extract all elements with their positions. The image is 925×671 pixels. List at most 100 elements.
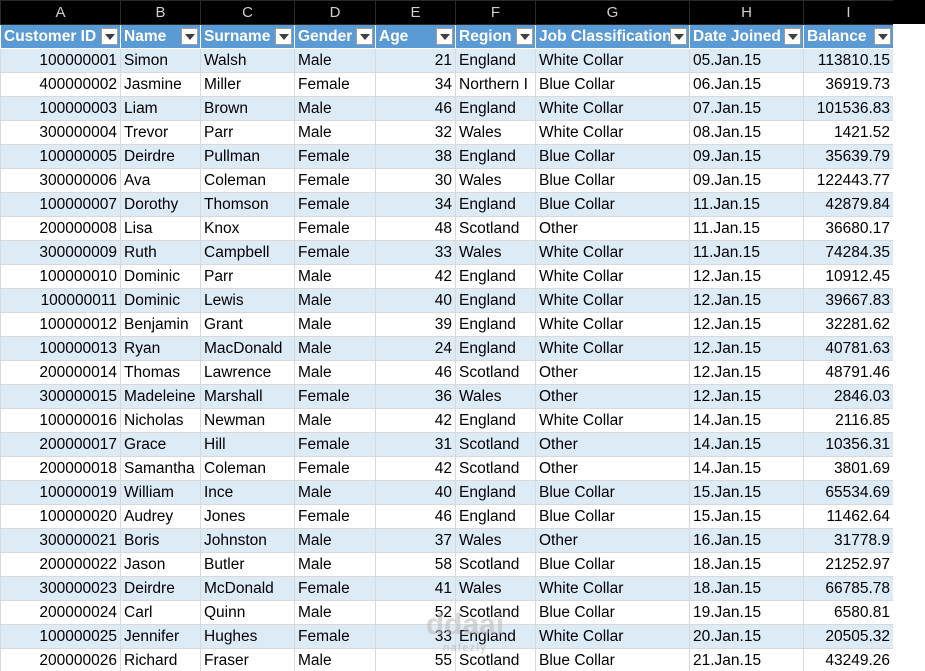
table-cell[interactable]: Trevor (120, 120, 201, 145)
filter-dropdown-icon[interactable] (436, 28, 453, 45)
table-cell[interactable]: Male (294, 312, 376, 337)
table-cell[interactable]: 300000004 (0, 120, 121, 145)
table-cell[interactable]: 14.Jan.15 (689, 432, 804, 457)
table-cell[interactable]: 21.Jan.15 (689, 648, 804, 671)
filter-dropdown-icon[interactable] (275, 28, 292, 45)
filter-dropdown-icon[interactable] (784, 28, 801, 45)
table-cell[interactable]: 2846.03 (803, 384, 894, 409)
table-cell[interactable]: England (455, 192, 536, 217)
header-cell[interactable]: Surname (200, 24, 295, 49)
table-cell[interactable]: 12.Jan.15 (689, 288, 804, 313)
table-cell[interactable]: 05.Jan.15 (689, 48, 804, 73)
table-cell[interactable]: Blue Collar (535, 648, 690, 671)
table-cell[interactable]: 200000022 (0, 552, 121, 577)
filter-dropdown-icon[interactable] (181, 28, 198, 45)
table-cell[interactable]: Northern I (455, 72, 536, 97)
table-cell[interactable]: Female (294, 504, 376, 529)
table-cell[interactable]: 6580.81 (803, 600, 894, 625)
table-cell[interactable]: England (455, 336, 536, 361)
table-cell[interactable]: Female (294, 384, 376, 409)
column-letter-a[interactable]: A (0, 0, 121, 25)
table-cell[interactable]: Brown (200, 96, 295, 121)
table-cell[interactable]: Ryan (120, 336, 201, 361)
table-cell[interactable]: Parr (200, 264, 295, 289)
table-cell[interactable]: Jason (120, 552, 201, 577)
filter-dropdown-icon[interactable] (874, 28, 891, 45)
table-cell[interactable]: Benjamin (120, 312, 201, 337)
table-cell[interactable]: Blue Collar (535, 600, 690, 625)
table-cell[interactable]: Scotland (455, 360, 536, 385)
table-cell[interactable]: 24 (375, 336, 456, 361)
table-cell[interactable]: 14.Jan.15 (689, 408, 804, 433)
table-cell[interactable]: Scotland (455, 648, 536, 671)
table-cell[interactable]: White Collar (535, 408, 690, 433)
table-cell[interactable]: White Collar (535, 240, 690, 265)
table-cell[interactable]: Madeleine (120, 384, 201, 409)
table-cell[interactable]: Male (294, 120, 376, 145)
table-cell[interactable]: 41 (375, 576, 456, 601)
table-cell[interactable]: 200000026 (0, 648, 121, 671)
table-cell[interactable]: 07.Jan.15 (689, 96, 804, 121)
header-cell[interactable]: Customer ID (0, 24, 121, 49)
table-cell[interactable]: 100000003 (0, 96, 121, 121)
table-cell[interactable]: Blue Collar (535, 192, 690, 217)
table-cell[interactable]: Butler (200, 552, 295, 577)
column-letter-c[interactable]: C (200, 0, 295, 25)
column-letter-d[interactable]: D (294, 0, 376, 25)
table-cell[interactable]: 46 (375, 504, 456, 529)
table-cell[interactable]: Deirdre (120, 576, 201, 601)
table-cell[interactable]: Other (535, 360, 690, 385)
table-cell[interactable]: Dominic (120, 288, 201, 313)
table-cell[interactable]: 11.Jan.15 (689, 192, 804, 217)
table-cell[interactable]: Boris (120, 528, 201, 553)
table-cell[interactable]: Dorothy (120, 192, 201, 217)
table-cell[interactable]: Ruth (120, 240, 201, 265)
table-cell[interactable]: Samantha (120, 456, 201, 481)
filter-dropdown-icon[interactable] (101, 28, 118, 45)
table-cell[interactable]: 18.Jan.15 (689, 576, 804, 601)
table-cell[interactable]: 200000024 (0, 600, 121, 625)
table-cell[interactable]: Marshall (200, 384, 295, 409)
table-cell[interactable]: 34 (375, 72, 456, 97)
table-cell[interactable]: Miller (200, 72, 295, 97)
table-cell[interactable]: 100000007 (0, 192, 121, 217)
table-cell[interactable]: 11.Jan.15 (689, 240, 804, 265)
table-cell[interactable]: 32 (375, 120, 456, 145)
table-cell[interactable]: Johnston (200, 528, 295, 553)
table-cell[interactable]: Wales (455, 384, 536, 409)
table-cell[interactable]: Coleman (200, 168, 295, 193)
table-cell[interactable]: Other (535, 384, 690, 409)
table-cell[interactable]: England (455, 480, 536, 505)
table-cell[interactable]: Male (294, 336, 376, 361)
table-cell[interactable]: Hughes (200, 624, 295, 649)
table-cell[interactable]: 12.Jan.15 (689, 336, 804, 361)
table-cell[interactable]: 122443.77 (803, 168, 894, 193)
table-cell[interactable]: 100000010 (0, 264, 121, 289)
table-cell[interactable]: Scotland (455, 600, 536, 625)
table-cell[interactable]: Female (294, 192, 376, 217)
table-cell[interactable]: 09.Jan.15 (689, 144, 804, 169)
header-cell[interactable]: Job Classification (535, 24, 690, 49)
table-cell[interactable]: 100000025 (0, 624, 121, 649)
table-cell[interactable]: England (455, 408, 536, 433)
table-cell[interactable]: 101536.83 (803, 96, 894, 121)
table-cell[interactable]: 55 (375, 648, 456, 671)
table-cell[interactable]: 38 (375, 144, 456, 169)
table-cell[interactable]: 46 (375, 360, 456, 385)
table-cell[interactable]: Ava (120, 168, 201, 193)
table-cell[interactable]: Wales (455, 576, 536, 601)
table-cell[interactable]: White Collar (535, 576, 690, 601)
table-cell[interactable]: 12.Jan.15 (689, 312, 804, 337)
table-cell[interactable]: 15.Jan.15 (689, 504, 804, 529)
table-cell[interactable]: White Collar (535, 288, 690, 313)
table-cell[interactable]: Grace (120, 432, 201, 457)
table-cell[interactable]: 30 (375, 168, 456, 193)
table-cell[interactable]: Campbell (200, 240, 295, 265)
table-cell[interactable]: Male (294, 408, 376, 433)
table-cell[interactable]: Other (535, 432, 690, 457)
table-cell[interactable]: Lisa (120, 216, 201, 241)
table-cell[interactable]: Blue Collar (535, 480, 690, 505)
table-cell[interactable]: 42 (375, 264, 456, 289)
table-cell[interactable]: 36 (375, 384, 456, 409)
table-cell[interactable]: Other (535, 216, 690, 241)
